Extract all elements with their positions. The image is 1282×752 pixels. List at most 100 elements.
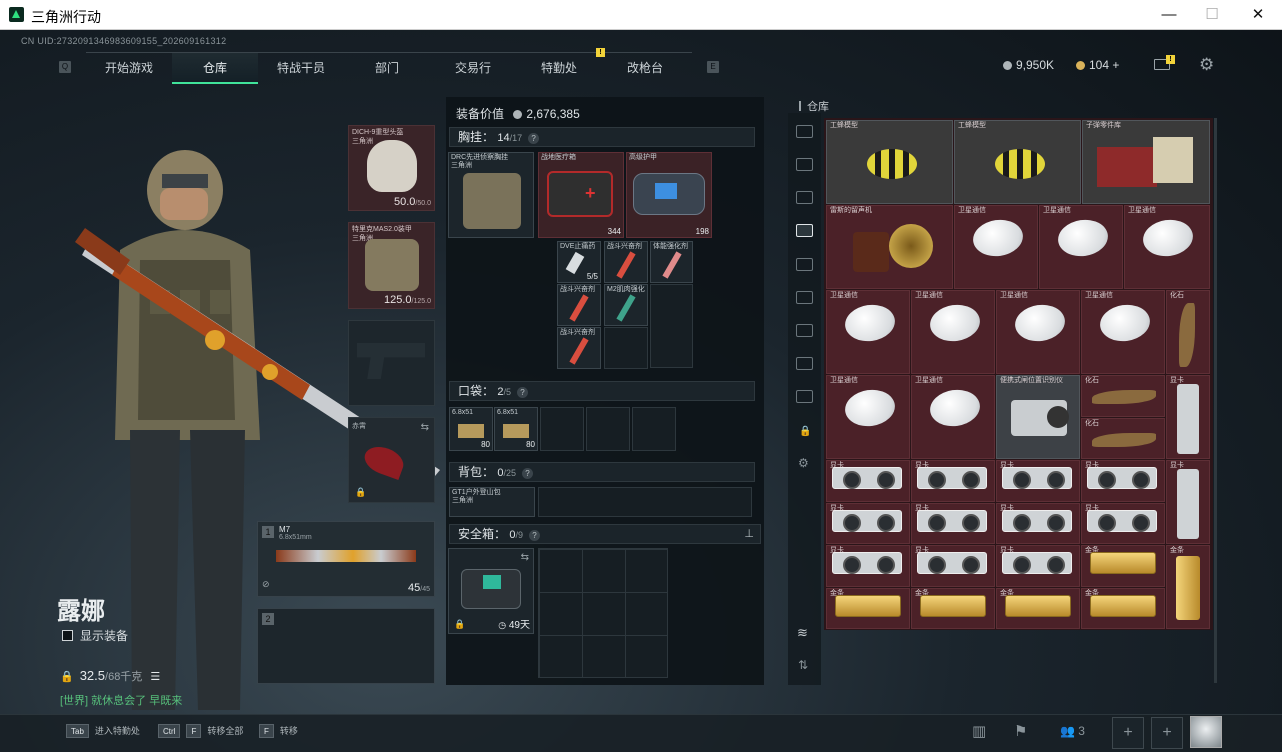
stimulant-item-2[interactable]: 战斗兴奋剂 <box>557 284 601 326</box>
sort-icon[interactable]: ⇅ <box>798 658 808 672</box>
satellite-item[interactable]: 卫星通信 <box>1124 205 1210 289</box>
show-equipment-toggle[interactable]: 显示装备 <box>62 627 128 644</box>
chest-help-icon[interactable]: ? <box>528 133 540 144</box>
stamina-item[interactable]: 体能强化剂 <box>650 241 693 283</box>
list-icon[interactable]: ☰ <box>150 671 160 683</box>
backpack-item[interactable]: GT1户外登山包 三角洲 <box>449 487 535 517</box>
gpu-item[interactable]: 显卡 <box>911 460 995 502</box>
gold-bar-item[interactable]: 金条 <box>826 588 910 629</box>
world-chat-message[interactable]: [世界] 就休息会了 早既来 <box>60 692 182 708</box>
gpu-item[interactable]: 显卡 <box>996 545 1080 587</box>
painkiller-item[interactable]: DVE止痛药 5/5 <box>557 241 601 283</box>
gpu-item[interactable]: 显卡 <box>996 460 1080 502</box>
gpu-item[interactable]: 显卡 <box>996 503 1080 544</box>
pocket-empty-slot[interactable] <box>632 407 676 451</box>
engineer-bee-model-item[interactable]: 工蜂模型 <box>954 120 1081 204</box>
hint-transfer[interactable]: F 转移 <box>259 724 298 738</box>
maximize-button[interactable]: ☐ <box>1189 0 1235 30</box>
safebox-item[interactable]: ⇆ 🔒 ◷ 49天 <box>448 548 534 634</box>
ammo-item-1[interactable]: 6.8x51 80 <box>449 407 493 451</box>
chest-empty-slot[interactable] <box>650 284 693 368</box>
medical-kit-item[interactable]: 战地医疗箱 +344 <box>538 152 624 238</box>
gold-bar-item[interactable]: 金条 <box>911 588 995 629</box>
player-avatar[interactable] <box>1190 716 1222 748</box>
gpu-item[interactable]: 显卡 <box>826 545 910 587</box>
lock-icon[interactable]: 🔒 <box>799 426 811 437</box>
warehouse-tab-3-icon[interactable] <box>796 191 813 204</box>
warehouse-tab-1-icon[interactable] <box>796 125 813 138</box>
warehouse-tab-8-icon[interactable] <box>796 357 813 370</box>
close-button[interactable]: ✕ <box>1235 0 1281 30</box>
stats-chart-icon[interactable]: ▥ <box>972 722 986 740</box>
stimulant-item-1[interactable]: 战斗兴奋剂 <box>604 241 648 283</box>
primary-weapon-slot[interactable]: 1 M7 6.8x51mm ⊘ 45/45 <box>257 521 435 597</box>
invite-slot-2-button[interactable]: + <box>1151 717 1183 749</box>
engineer-bee-model-item[interactable]: 工蜂模型 <box>826 120 953 204</box>
flag-icon[interactable]: ⚑ <box>1014 722 1027 740</box>
melee-slot[interactable]: 赤霄 ⇆ 🔒 <box>348 417 435 503</box>
hint-special-ops[interactable]: Tab 进入特勤处 <box>66 724 140 738</box>
pistol-slot[interactable] <box>348 320 435 406</box>
satellite-item[interactable]: 卫星通信 <box>826 375 910 459</box>
safebox-grid[interactable] <box>538 548 668 678</box>
backpack-grid[interactable] <box>538 487 752 517</box>
gpu-item[interactable]: 显卡 <box>826 503 910 544</box>
gold-bar-item[interactable]: 金条 <box>1081 588 1165 629</box>
tab-trading[interactable]: 交易行 <box>430 53 516 84</box>
pocket-help-icon[interactable]: ? <box>517 387 528 398</box>
gold-bar-item[interactable]: 金条 <box>1166 545 1210 629</box>
satellite-item[interactable]: 卫星通信 <box>911 290 995 374</box>
warehouse-tab-9-icon[interactable] <box>796 390 813 403</box>
settings-icon[interactable]: ⚙ <box>798 456 809 470</box>
nav-prev-key[interactable]: Q <box>59 61 71 73</box>
satellite-item[interactable]: 卫星通信 <box>911 375 995 459</box>
swap-icon[interactable]: ⇆ <box>421 422 429 433</box>
warehouse-tab-4-icon[interactable] <box>796 224 813 237</box>
pocket-empty-slot[interactable] <box>586 407 630 451</box>
armor-repair-item[interactable]: 高级护甲 198 <box>626 152 712 238</box>
gpu-item[interactable]: 显卡 <box>1081 460 1165 502</box>
gold-bar-item[interactable]: 金条 <box>1081 545 1165 587</box>
fossil-item[interactable]: 化石 <box>1081 375 1165 417</box>
gpu-item[interactable]: 显卡 <box>1081 503 1165 544</box>
warehouse-tab-7-icon[interactable] <box>796 324 813 337</box>
layers-icon[interactable]: ≋ <box>797 625 808 641</box>
stimulant-item-3[interactable]: 战斗兴奋剂 <box>557 327 601 369</box>
armor-slot[interactable]: 特里克MAS2.0装甲 三角洲 125.0/125.0 <box>348 222 435 309</box>
satellite-item[interactable]: 卫星通信 <box>1039 205 1123 289</box>
gold-bar-item[interactable]: 金条 <box>996 588 1080 629</box>
satellite-item[interactable]: 卫星通信 <box>1081 290 1165 374</box>
show-equipment-checkbox[interactable] <box>62 630 73 641</box>
fossil-item[interactable]: 化石 <box>1166 290 1210 374</box>
satellite-item[interactable]: 卫星通信 <box>954 205 1038 289</box>
backpack-help-icon[interactable]: ? <box>522 468 533 479</box>
satellite-item[interactable]: 卫星通信 <box>996 290 1080 374</box>
tab-operators[interactable]: 特战干员 <box>258 53 344 84</box>
warehouse-tab-5-icon[interactable] <box>796 258 813 271</box>
gpu-item[interactable]: 显卡 <box>1166 460 1210 544</box>
tab-warehouse[interactable]: 仓库 <box>172 53 258 84</box>
safebox-help-icon[interactable]: ? <box>529 530 540 541</box>
hint-transfer-all[interactable]: Ctrl F 转移全部 <box>158 724 243 738</box>
pin-icon[interactable]: ⊥ <box>744 525 754 543</box>
gpu-item[interactable]: 显卡 <box>826 460 910 502</box>
gpu-item[interactable]: 显卡 <box>1166 375 1210 459</box>
position-locator-item[interactable]: 便携式闸位置识别仪 <box>996 375 1080 459</box>
fossil-item[interactable]: 化石 <box>1081 418 1165 459</box>
chest-empty-slot[interactable] <box>604 327 648 369</box>
minimize-button[interactable]: — <box>1146 0 1192 30</box>
satellite-item[interactable]: 卫星通信 <box>826 290 910 374</box>
gpu-item[interactable]: 显卡 <box>911 503 995 544</box>
gramophone-item[interactable]: 雷斯的留声机 <box>826 205 953 289</box>
invite-slot-1-button[interactable]: + <box>1112 717 1144 749</box>
ammo-item-2[interactable]: 6.8x51 80 <box>494 407 538 451</box>
nav-next-key[interactable]: E <box>707 61 719 73</box>
pocket-empty-slot[interactable] <box>540 407 584 451</box>
tab-start-game[interactable]: 开始游戏 <box>86 53 172 84</box>
warehouse-tab-2-icon[interactable] <box>796 158 813 171</box>
tab-department[interactable]: 部门 <box>344 53 430 84</box>
settings-gear-icon[interactable]: ⚙ <box>1199 56 1214 73</box>
helmet-slot[interactable]: DICH-9重型头盔 三角洲 50.0/50.0 <box>348 125 435 211</box>
swap-icon[interactable]: ⇆ <box>521 552 529 563</box>
chest-rig-item[interactable]: DRC先进侦察胸挂 三角洲 <box>448 152 534 238</box>
